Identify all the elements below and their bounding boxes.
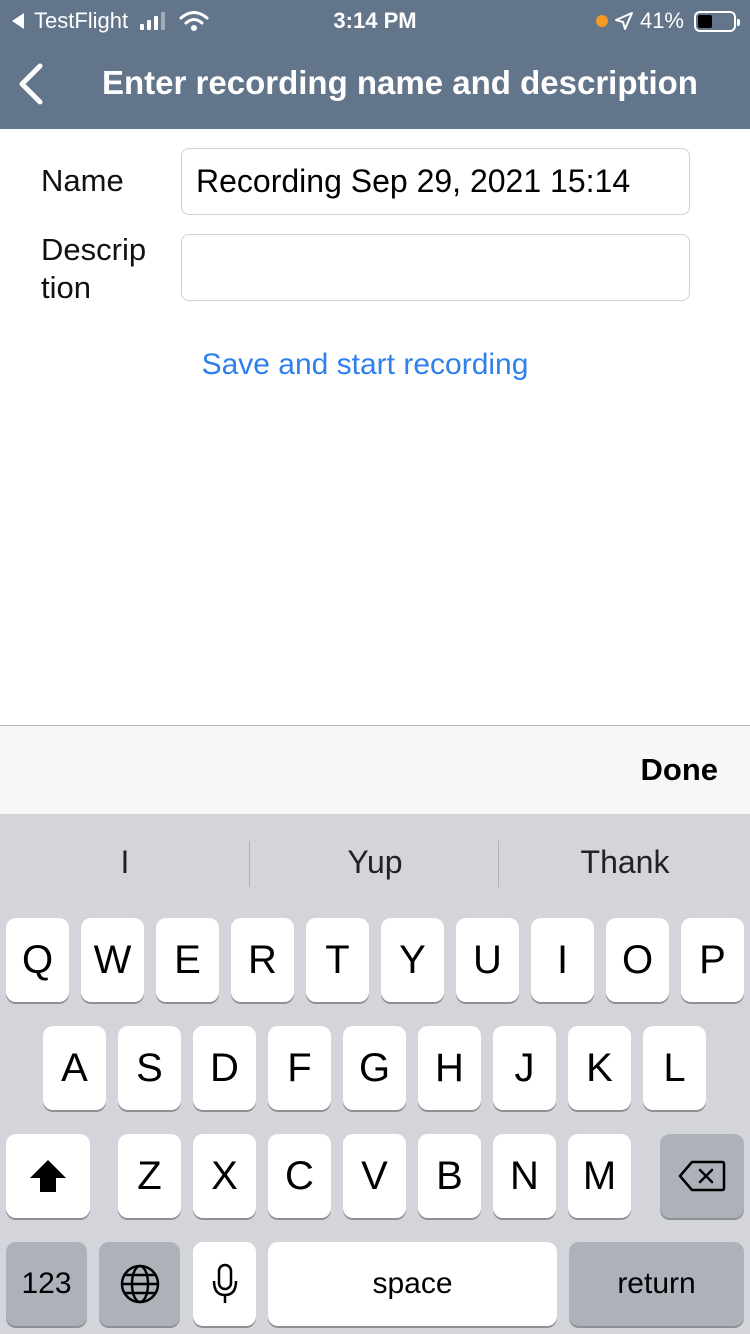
done-button[interactable]: Done <box>641 752 719 788</box>
key-j[interactable]: J <box>493 1026 556 1110</box>
globe-key[interactable] <box>99 1242 180 1326</box>
mic-in-use-indicator-icon <box>595 15 608 27</box>
battery-icon <box>694 10 740 32</box>
key-i[interactable]: I <box>531 918 594 1002</box>
location-arrow-icon <box>614 12 633 30</box>
key-w[interactable]: W <box>81 918 144 1002</box>
space-key[interactable]: space <box>268 1242 557 1326</box>
battery-fill <box>698 14 712 28</box>
back-chevron-icon[interactable] <box>14 62 54 106</box>
key-v[interactable]: V <box>343 1134 406 1218</box>
key-c[interactable]: C <box>268 1134 331 1218</box>
name-field-value: Recording Sep 29, 2021 15:14 <box>196 163 631 199</box>
battery-percent: 41% <box>639 8 684 33</box>
globe-icon <box>120 1264 159 1304</box>
prediction-divider <box>498 841 499 887</box>
page-title: Enter recording name and description <box>102 64 698 101</box>
key-e[interactable]: E <box>156 918 219 1002</box>
key-y[interactable]: Y <box>381 918 444 1002</box>
key-t[interactable]: T <box>306 918 369 1002</box>
key-q[interactable]: Q <box>6 918 69 1002</box>
key-n[interactable]: N <box>493 1134 556 1218</box>
key-z[interactable]: Z <box>118 1134 181 1218</box>
key-o[interactable]: O <box>606 918 669 1002</box>
description-label-line1: Descrip <box>41 232 147 267</box>
shift-icon <box>30 1160 66 1192</box>
battery-nub <box>737 18 740 26</box>
delete-backspace-icon <box>678 1160 726 1192</box>
nav-bar: Enter recording name and description <box>0 42 750 129</box>
key-s[interactable]: S <box>118 1026 181 1110</box>
key-l[interactable]: L <box>643 1026 706 1110</box>
keyboard: I Yup Thank Q W E R T Y U I O P A S D F … <box>0 814 750 1334</box>
predictive-bar: I Yup Thank <box>0 814 750 914</box>
numbers-key[interactable]: 123 <box>6 1242 87 1326</box>
delete-key[interactable] <box>660 1134 744 1218</box>
description-field[interactable] <box>181 234 690 301</box>
key-k[interactable]: K <box>568 1026 631 1110</box>
key-x[interactable]: X <box>193 1134 256 1218</box>
status-bar: TestFlight 3:14 PM 41% <box>0 0 750 42</box>
key-a[interactable]: A <box>43 1026 106 1110</box>
key-m[interactable]: M <box>568 1134 631 1218</box>
save-and-start-recording-button[interactable]: Save and start recording <box>0 348 730 382</box>
key-f[interactable]: F <box>268 1026 331 1110</box>
prediction-1[interactable]: I <box>0 844 250 881</box>
name-label: Name <box>41 163 124 198</box>
return-key[interactable]: return <box>569 1242 744 1326</box>
key-b[interactable]: B <box>418 1134 481 1218</box>
dictation-key[interactable] <box>193 1242 256 1326</box>
description-label-line2: tion <box>41 270 91 305</box>
top-bar: TestFlight 3:14 PM 41% Enter recording n… <box>0 0 750 129</box>
prediction-2[interactable]: Yup <box>250 844 500 881</box>
key-p[interactable]: P <box>681 918 744 1002</box>
microphone-icon <box>212 1263 237 1303</box>
key-u[interactable]: U <box>456 918 519 1002</box>
name-field[interactable]: Recording Sep 29, 2021 15:14 <box>181 148 690 215</box>
key-h[interactable]: H <box>418 1026 481 1110</box>
shift-key[interactable] <box>6 1134 90 1218</box>
status-right: 41% <box>595 8 740 34</box>
keyboard-accessory-bar: Done <box>0 725 750 814</box>
description-label: Descrip tion <box>41 231 146 307</box>
key-g[interactable]: G <box>343 1026 406 1110</box>
key-d[interactable]: D <box>193 1026 256 1110</box>
key-r[interactable]: R <box>231 918 294 1002</box>
prediction-3[interactable]: Thank <box>500 844 750 881</box>
